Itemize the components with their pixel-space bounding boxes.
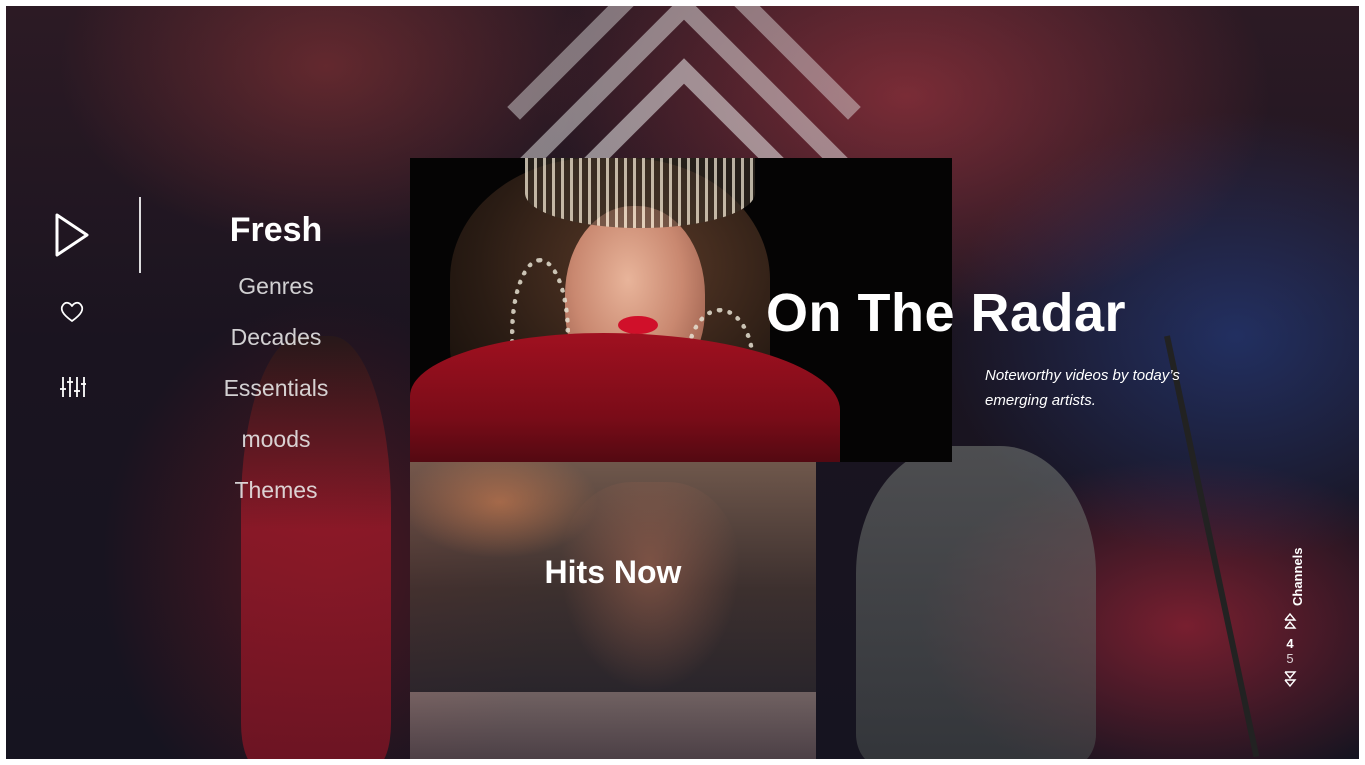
tile-title: Hits Now (544, 554, 682, 590)
nav-item-fresh[interactable]: Fresh (196, 211, 356, 250)
channel-next: 5 (1286, 651, 1294, 666)
double-chevron-down-icon[interactable] (1283, 670, 1297, 688)
channel-current: 4 (1286, 636, 1294, 651)
background-singer (856, 446, 1096, 759)
double-chevron-up-icon[interactable] (1283, 612, 1297, 630)
heart-outline-icon[interactable] (59, 300, 85, 324)
channels-label: Channels (1290, 547, 1305, 606)
nav-item-decades[interactable]: Decades (196, 324, 356, 351)
artist-headpiece (525, 158, 755, 228)
artist-red-jacket (410, 333, 840, 462)
tile-next-row[interactable] (410, 692, 816, 759)
featured-title: On The Radar (766, 283, 1127, 343)
play-outline-icon[interactable] (54, 212, 90, 258)
artist-lips (618, 316, 658, 334)
nav-item-themes[interactable]: Themes (196, 477, 356, 504)
nav-item-genres[interactable]: Genres (196, 273, 356, 300)
sliders-icon[interactable] (60, 376, 86, 398)
nav-item-moods[interactable]: moods (196, 426, 356, 453)
nav-item-essentials[interactable]: Essentials (196, 375, 356, 402)
active-section-divider (139, 197, 141, 273)
app-screen: Fresh Genres Decades Essentials moods Th… (6, 6, 1359, 759)
featured-description: Noteworthy videos by today’s emerging ar… (985, 367, 1180, 409)
tile-hits-now[interactable]: Hits Now (410, 462, 816, 692)
